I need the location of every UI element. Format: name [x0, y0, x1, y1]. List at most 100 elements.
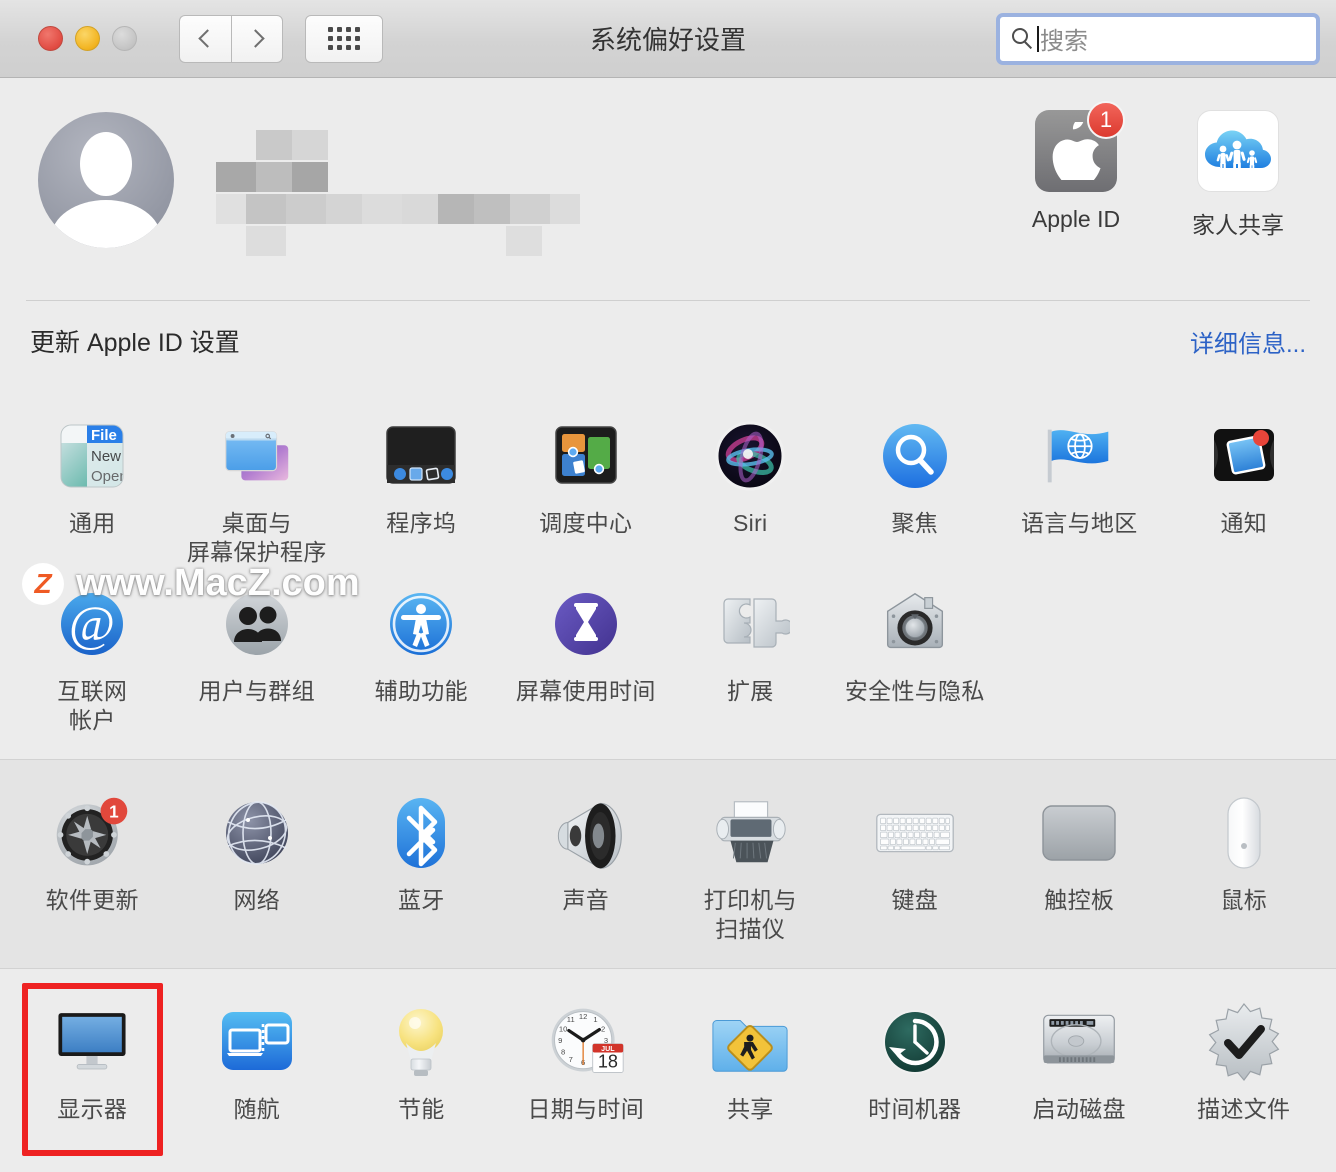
screen-time-icon — [545, 583, 627, 665]
family-sharing-label: 家人共享 — [1192, 212, 1284, 238]
pref-item-bluetooth[interactable]: 蓝牙 — [339, 782, 504, 950]
sharing-icon — [709, 1001, 791, 1083]
apple-id-banner: 1 Apple ID 家人共享 更新 Apple ID 设置 详细信息... — [0, 78, 1336, 383]
pref-label: 用户与群组 — [198, 677, 315, 704]
svg-text:1: 1 — [109, 802, 119, 822]
close-button[interactable] — [38, 26, 63, 51]
pref-item-date-time[interactable]: 12123 4567 891011 JUL 18 — [504, 991, 669, 1130]
pref-item-apple-id[interactable]: 1 Apple ID — [1016, 101, 1136, 240]
pref-item-keyboard[interactable]: 键盘 — [833, 782, 998, 950]
svg-text:@: @ — [69, 595, 115, 651]
profiles-icon — [1203, 1001, 1285, 1083]
svg-text:2: 2 — [601, 1024, 605, 1033]
software-update-icon: 1 — [51, 792, 133, 874]
pref-item-mouse[interactable]: 鼠标 — [1162, 782, 1327, 950]
pref-label: 描述文件 — [1197, 1095, 1291, 1122]
search-placeholder: 搜索 — [1040, 28, 1088, 55]
pref-item-dock[interactable]: 程序坞 — [339, 405, 504, 573]
pref-label: 互联网 帐户 — [57, 677, 128, 733]
pref-item-profiles[interactable]: 描述文件 — [1162, 991, 1327, 1130]
trackpad-icon — [1038, 792, 1120, 874]
pref-label: 声音 — [562, 886, 610, 913]
pref-label: 启动磁盘 — [1032, 1095, 1126, 1122]
forward-button[interactable] — [231, 14, 283, 63]
svg-text:File: File — [91, 427, 117, 444]
pref-item-time-machine[interactable]: 时间机器 — [833, 991, 998, 1130]
pref-item-trackpad[interactable]: 触控板 — [997, 782, 1162, 950]
details-link[interactable]: 详细信息... — [1190, 324, 1306, 359]
svg-text:7: 7 — [568, 1055, 572, 1064]
general-icon: File New Open — [51, 415, 133, 497]
extensions-icon — [709, 583, 791, 665]
avatar[interactable] — [38, 112, 174, 248]
pref-item-screen-time[interactable]: 屏幕使用时间 — [504, 573, 669, 741]
pref-item-sound[interactable]: 声音 — [504, 782, 669, 950]
notifications-icon — [1203, 415, 1285, 497]
pref-row: 显示器 随航 节能 12 1 2 3 7 8 9 10 11 JUL 18 日期… — [10, 982, 1327, 1156]
pref-item-spotlight[interactable]: 聚焦 — [833, 405, 998, 573]
pref-item-desktop-screensaver[interactable]: 桌面与 屏幕保护程序 — [175, 405, 340, 573]
sidecar-icon — [216, 1001, 298, 1083]
pref-label: 语言与地区 — [1021, 510, 1138, 536]
pref-label: 打印机与 扫描仪 — [703, 886, 797, 942]
pref-item-extensions[interactable]: 扩展 — [668, 573, 833, 741]
titlebar: 系统偏好设置 搜索 — [0, 0, 1336, 78]
update-apple-id-row: 更新 Apple ID 设置 详细信息... — [26, 301, 1310, 383]
users-groups-icon — [216, 583, 298, 665]
update-apple-id-label: 更新 Apple ID 设置 — [30, 329, 240, 357]
accessibility-icon — [380, 583, 462, 665]
grid-dots-icon — [328, 27, 360, 50]
svg-text:New: New — [91, 448, 121, 465]
energy-saver-icon — [380, 1001, 462, 1083]
mouse-icon — [1203, 792, 1285, 874]
pref-label: 屏幕使用时间 — [515, 677, 656, 704]
pref-item-displays[interactable]: 显示器 — [10, 982, 175, 1156]
family-sharing-icon — [1197, 110, 1279, 192]
minimize-button[interactable] — [75, 26, 100, 51]
pref-label: 随航 — [233, 1095, 281, 1122]
pref-label: 触控板 — [1044, 886, 1115, 913]
language-region-icon — [1038, 415, 1120, 497]
pref-item-printers-scanners[interactable]: 打印机与 扫描仪 — [668, 782, 833, 950]
pref-label: Siri — [733, 510, 768, 536]
printers-scanners-icon — [709, 792, 791, 874]
svg-text:10: 10 — [559, 1024, 567, 1033]
displays-icon — [51, 1001, 133, 1083]
traffic-lights — [38, 26, 137, 51]
pref-item-language-region[interactable]: 语言与地区 — [997, 405, 1162, 573]
pref-label: 鼠标 — [1220, 886, 1268, 913]
sound-icon — [545, 792, 627, 874]
pref-item-energy-saver[interactable]: 节能 — [339, 991, 504, 1130]
pref-label: 软件更新 — [45, 886, 139, 913]
pref-item-internet-accounts[interactable]: @ 互联网 帐户 — [10, 573, 175, 741]
mission-control-icon — [545, 415, 627, 497]
pref-item-sharing[interactable]: 共享 — [668, 991, 833, 1130]
show-all-button[interactable] — [305, 14, 383, 63]
search-field[interactable]: 搜索 — [996, 12, 1320, 65]
pref-label: 辅助功能 — [374, 677, 468, 704]
startup-disk-icon — [1038, 1001, 1120, 1083]
pref-item-mission-control[interactable]: 调度中心 — [504, 405, 669, 573]
apple-id-label: Apple ID — [1031, 206, 1121, 232]
pref-item-accessibility[interactable]: 辅助功能 — [339, 573, 504, 741]
pref-item-siri[interactable]: Siri — [668, 405, 833, 573]
preferences-section-personal: File New Open 通用 桌面与 屏幕保护程序 程序坞 调度中心 Sir… — [0, 383, 1336, 759]
pref-item-sidecar[interactable]: 随航 — [175, 991, 340, 1130]
back-button[interactable] — [179, 14, 231, 63]
network-icon — [216, 792, 298, 874]
pref-item-family-sharing[interactable]: 家人共享 — [1178, 110, 1298, 240]
dock-icon — [380, 415, 462, 497]
pref-label: 扩展 — [726, 677, 774, 704]
pref-label: 蓝牙 — [397, 886, 445, 913]
pref-item-software-update[interactable]: 1 软件更新 — [10, 782, 175, 950]
pref-item-startup-disk[interactable]: 启动磁盘 — [997, 991, 1162, 1130]
pref-item-network[interactable]: 网络 — [175, 782, 340, 950]
zoom-button — [112, 26, 137, 51]
svg-text:Open: Open — [91, 468, 128, 485]
pref-item-notifications[interactable]: 通知 — [1162, 405, 1327, 573]
system-preferences-window: 系统偏好设置 搜索 1 Apple ID 家人共享 更新 Apple ID 设置… — [0, 0, 1336, 1172]
pref-item-users-groups[interactable]: 用户与群组 — [175, 573, 340, 741]
apple-id-actions: 1 Apple ID 家人共享 — [1016, 101, 1298, 240]
pref-item-security-privacy[interactable]: 安全性与隐私 — [833, 573, 998, 741]
pref-item-general[interactable]: File New Open 通用 — [10, 405, 175, 573]
